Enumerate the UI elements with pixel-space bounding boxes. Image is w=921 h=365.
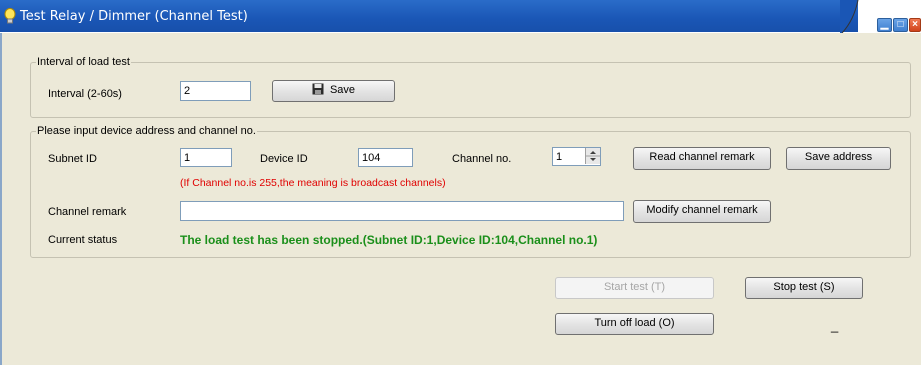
current-status-label: Current status <box>48 234 118 246</box>
minimize-icon: ▁ <box>880 19 889 30</box>
window-title: Test Relay / Dimmer (Channel Test) <box>20 9 248 24</box>
device-id-input[interactable] <box>358 148 413 167</box>
maximize-button[interactable]: □ <box>893 18 908 32</box>
floppy-disk-icon <box>312 83 324 95</box>
interval-group-legend: Interval of load test <box>36 56 131 68</box>
interval-label: Interval (2-60s) <box>48 88 122 100</box>
close-button[interactable]: × <box>909 18 921 32</box>
status-text: The load test has been stopped.(Subnet I… <box>180 233 598 247</box>
close-icon: × <box>912 19 918 30</box>
read-channel-remark-button[interactable]: Read channel remark <box>633 147 771 170</box>
save-interval-button[interactable]: Save <box>272 80 395 102</box>
window-border <box>0 33 2 365</box>
modify-channel-remark-button[interactable]: Modify channel remark <box>633 200 771 223</box>
maximize-icon: □ <box>897 19 904 30</box>
subnet-id-label: Subnet ID <box>48 153 97 165</box>
turn-off-load-button[interactable]: Turn off load (O) <box>555 313 714 335</box>
channel-remark-label: Channel remark <box>48 206 127 218</box>
spinner-arrows-icon <box>586 151 600 161</box>
save-address-button[interactable]: Save address <box>786 147 891 170</box>
broadcast-hint: (If Channel no.is 255,the meaning is bro… <box>180 177 446 189</box>
channel-remark-input[interactable] <box>180 201 624 221</box>
interval-input[interactable] <box>180 81 251 101</box>
minimize-button[interactable]: ▁ <box>877 18 892 32</box>
device-id-label: Device ID <box>260 153 308 165</box>
channel-spinner[interactable] <box>585 148 600 164</box>
stop-test-button[interactable]: Stop test (S) <box>745 277 863 299</box>
lightbulb-icon <box>4 8 16 24</box>
save-interval-label: Save <box>329 84 356 96</box>
start-test-button[interactable]: Start test (T) <box>555 277 714 299</box>
title-curve <box>840 0 859 33</box>
device-group-legend: Please input device address and channel … <box>36 125 257 137</box>
status-dash: _ <box>831 318 839 333</box>
channel-no-label: Channel no. <box>452 153 512 165</box>
subnet-id-input[interactable] <box>180 148 232 167</box>
title-bar: Test Relay / Dimmer (Channel Test) ▁ □ × <box>0 0 921 33</box>
interval-group: Interval of load test <box>30 56 911 118</box>
